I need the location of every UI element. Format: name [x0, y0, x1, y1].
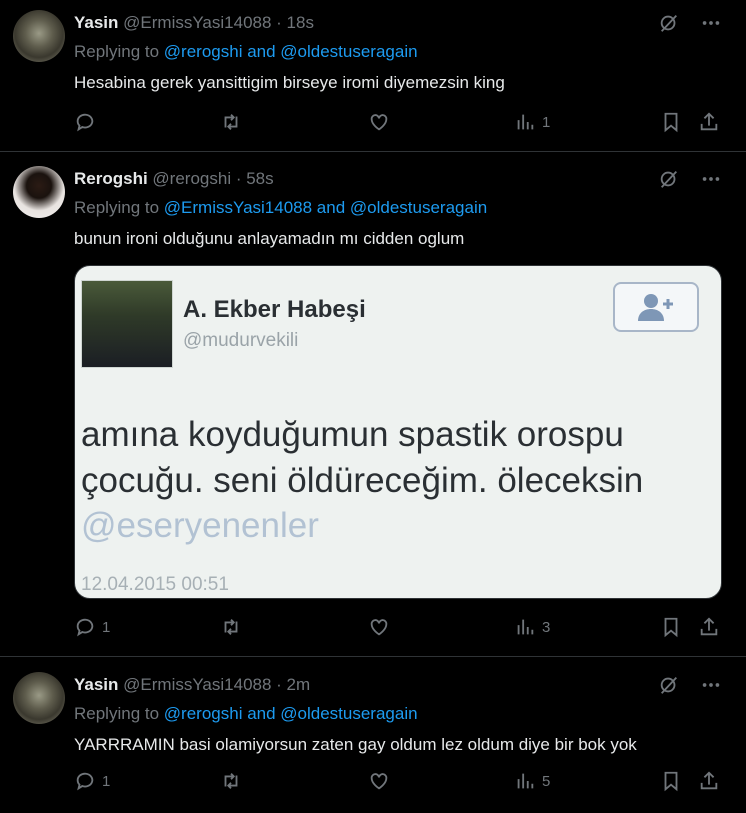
timestamp[interactable]: · 2m — [276, 675, 310, 694]
views-count: 1 — [542, 113, 551, 131]
more-icon[interactable] — [700, 12, 722, 34]
tweet-text: YARRRAMIN basi olamiyorsun zaten gay old… — [74, 735, 637, 754]
grok-icon[interactable] — [658, 168, 680, 190]
views-icon — [517, 773, 534, 789]
reply-button[interactable] — [74, 111, 102, 133]
timestamp[interactable]: · 58s — [236, 169, 274, 188]
reply-icon — [76, 113, 94, 132]
embedded-profile-photo — [81, 280, 173, 368]
bookmark-button[interactable] — [660, 616, 682, 638]
embedded-author-name: A. Ekber Habeşi — [183, 296, 366, 323]
retweet-icon — [224, 114, 238, 130]
share-button[interactable] — [698, 111, 720, 133]
like-icon — [370, 114, 388, 131]
embedded-text-line-1: amına koyduğumun spastik orospu — [81, 415, 624, 454]
bookmark-icon — [664, 112, 678, 133]
share-icon — [700, 771, 718, 790]
grok-icon[interactable] — [658, 12, 680, 34]
reply-button[interactable]: 1 — [74, 616, 110, 638]
bookmark-button[interactable] — [660, 111, 682, 133]
replying-label: Replying to — [74, 198, 160, 217]
replying-to-link[interactable]: @rerogshi and @oldestuseragain — [164, 704, 418, 723]
like-button[interactable] — [368, 616, 390, 638]
embedded-text: amına koyduğumun spastik orospu çocuğu. … — [81, 412, 643, 504]
embedded-date: 12.04.2015 00:51 — [81, 574, 229, 595]
like-button[interactable] — [368, 770, 390, 792]
share-button[interactable] — [698, 616, 720, 638]
replying-label: Replying to — [74, 704, 160, 723]
retweet-button[interactable] — [220, 111, 242, 133]
author-handle[interactable]: @ErmissYasi14088 — [123, 13, 271, 32]
share-button[interactable] — [698, 770, 720, 792]
author-name[interactable]: Yasin — [74, 675, 118, 694]
like-icon — [370, 773, 388, 790]
bookmark-button[interactable] — [660, 770, 682, 792]
bookmark-icon — [664, 617, 678, 638]
avatar[interactable] — [13, 672, 65, 724]
tweet-1[interactable]: Yasin @ErmissYasi14088 · 18s Replying to… — [0, 0, 746, 152]
reply-button[interactable]: 1 — [74, 770, 110, 792]
replying-label: Replying to — [74, 42, 160, 61]
author-name[interactable]: Yasin — [74, 13, 118, 32]
add-user-icon — [638, 294, 673, 321]
share-icon — [700, 112, 718, 131]
retweet-icon — [224, 773, 238, 789]
reply-icon — [76, 618, 94, 637]
views-icon — [517, 619, 534, 635]
views-count: 3 — [542, 618, 551, 636]
views-icon — [517, 114, 534, 130]
timestamp[interactable]: · 18s — [276, 13, 314, 32]
tweet-text: bunun ironi olduğunu anlayamadın mı cidd… — [74, 229, 465, 248]
tweet-2[interactable]: Rerogshi @rerogshi · 58s Replying to @Er… — [0, 152, 746, 657]
bookmark-icon — [664, 771, 678, 792]
views-button[interactable]: 3 — [514, 616, 550, 638]
embedded-author-handle: @mudurvekili — [183, 330, 299, 351]
retweet-button[interactable] — [220, 616, 242, 638]
author-handle[interactable]: @ErmissYasi14088 — [123, 675, 271, 694]
avatar[interactable] — [13, 166, 65, 218]
more-icon[interactable] — [700, 674, 722, 696]
reply-count: 1 — [102, 618, 111, 636]
embedded-text-line-2: çocuğu. seni öldüreceğim. öleceksin — [81, 461, 644, 500]
grok-icon[interactable] — [658, 674, 680, 696]
embedded-follow-button — [613, 282, 699, 332]
embedded-image[interactable]: A. Ekber Habeşi @mudurvekili amına koydu… — [74, 265, 722, 599]
avatar[interactable] — [13, 10, 65, 62]
views-button[interactable]: 1 — [514, 111, 550, 133]
reply-icon — [76, 772, 94, 791]
embedded-mention: @eseryenenler — [81, 506, 319, 545]
views-button[interactable]: 5 — [514, 770, 550, 792]
author-name[interactable]: Rerogshi — [74, 169, 148, 188]
more-icon[interactable] — [700, 168, 722, 190]
retweet-button[interactable] — [220, 770, 242, 792]
share-icon — [700, 617, 718, 636]
tweet-text: Hesabina gerek yansittigim birseye iromi… — [74, 73, 505, 92]
like-button[interactable] — [368, 111, 390, 133]
reply-count: 1 — [102, 772, 111, 790]
retweet-icon — [224, 619, 238, 635]
tweet-3[interactable]: Yasin @ErmissYasi14088 · 2m Replying to … — [0, 657, 746, 813]
author-handle[interactable]: @rerogshi — [152, 169, 231, 188]
like-icon — [370, 619, 388, 636]
replying-to-link[interactable]: @rerogshi and @oldestuseragain — [164, 42, 418, 61]
replying-to-link[interactable]: @ErmissYasi14088 and @oldestuseragain — [164, 198, 487, 217]
views-count: 5 — [542, 772, 551, 790]
